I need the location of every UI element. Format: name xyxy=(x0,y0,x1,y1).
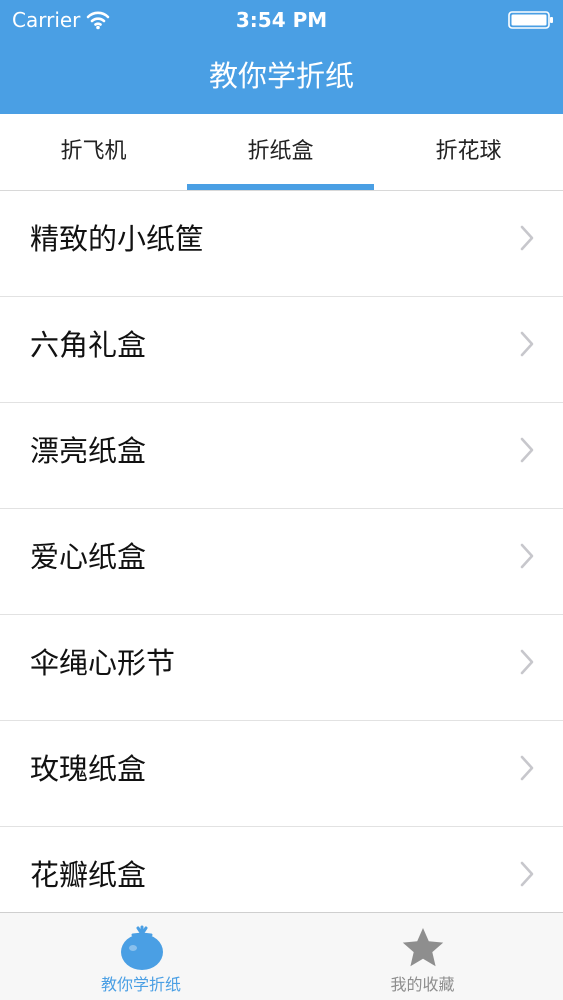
tabbar-item-learn-origami[interactable]: 教你学折纸 xyxy=(0,913,282,1000)
list-item-label: 漂亮纸盒 xyxy=(30,434,147,468)
list-item-label: 爱心纸盒 xyxy=(30,540,147,574)
chevron-right-icon xyxy=(520,649,534,675)
navigation-bar: 教你学折纸 xyxy=(0,40,563,114)
list-item-label: 六角礼盒 xyxy=(30,328,147,362)
status-time: 3:54 PM xyxy=(235,8,328,32)
list-item[interactable]: 精致的小纸筐 xyxy=(0,191,563,297)
tabbar-label: 教你学折纸 xyxy=(100,975,181,994)
status-bar: Carrier 3:54 PM xyxy=(0,0,563,40)
list-item-label: 伞绳心形节 xyxy=(30,646,176,680)
tab-flower-ball[interactable]: 折花球 xyxy=(374,114,563,190)
list-item-label: 玫瑰纸盒 xyxy=(30,752,147,786)
chevron-right-icon xyxy=(520,225,534,251)
chevron-right-icon xyxy=(520,755,534,781)
list-item-label: 花瓣纸盒 xyxy=(30,858,147,892)
tutorial-list: 精致的小纸筐 六角礼盒 漂亮纸盒 爱心纸盒 伞绳心形节 玫瑰纸盒 花瓣纸盒 xyxy=(0,191,563,912)
bottom-tab-bar: 教你学折纸 我的收藏 xyxy=(0,912,563,1000)
chevron-right-icon xyxy=(520,437,534,463)
list-item[interactable]: 伞绳心形节 xyxy=(0,615,563,721)
chevron-right-icon xyxy=(520,543,534,569)
tab-paper-plane[interactable]: 折飞机 xyxy=(0,114,187,190)
battery-icon xyxy=(508,11,553,29)
list-item[interactable]: 玫瑰纸盒 xyxy=(0,721,563,827)
list-item[interactable]: 爱心纸盒 xyxy=(0,509,563,615)
tomato-icon xyxy=(121,925,163,970)
selected-tab-indicator xyxy=(187,184,374,190)
chevron-right-icon xyxy=(520,861,534,887)
tabbar-label: 我的收藏 xyxy=(390,975,455,994)
chevron-right-icon xyxy=(520,331,534,357)
list-item-label: 精致的小纸筐 xyxy=(30,222,205,256)
list-item[interactable]: 漂亮纸盒 xyxy=(0,403,563,509)
star-icon xyxy=(402,928,444,967)
tab-paper-box[interactable]: 折纸盒 xyxy=(187,114,374,190)
category-tabs: 折飞机 折纸盒 折花球 xyxy=(0,114,563,191)
tabbar-item-my-favorites[interactable]: 我的收藏 xyxy=(282,913,563,1000)
list-item[interactable]: 花瓣纸盒 xyxy=(0,827,563,912)
page-title: 教你学折纸 xyxy=(208,59,354,93)
list-item[interactable]: 六角礼盒 xyxy=(0,297,563,403)
app-screen: Carrier 3:54 PM 教你学折纸 折飞机 折纸盒 折花球 精致的小纸筐… xyxy=(0,0,563,1000)
